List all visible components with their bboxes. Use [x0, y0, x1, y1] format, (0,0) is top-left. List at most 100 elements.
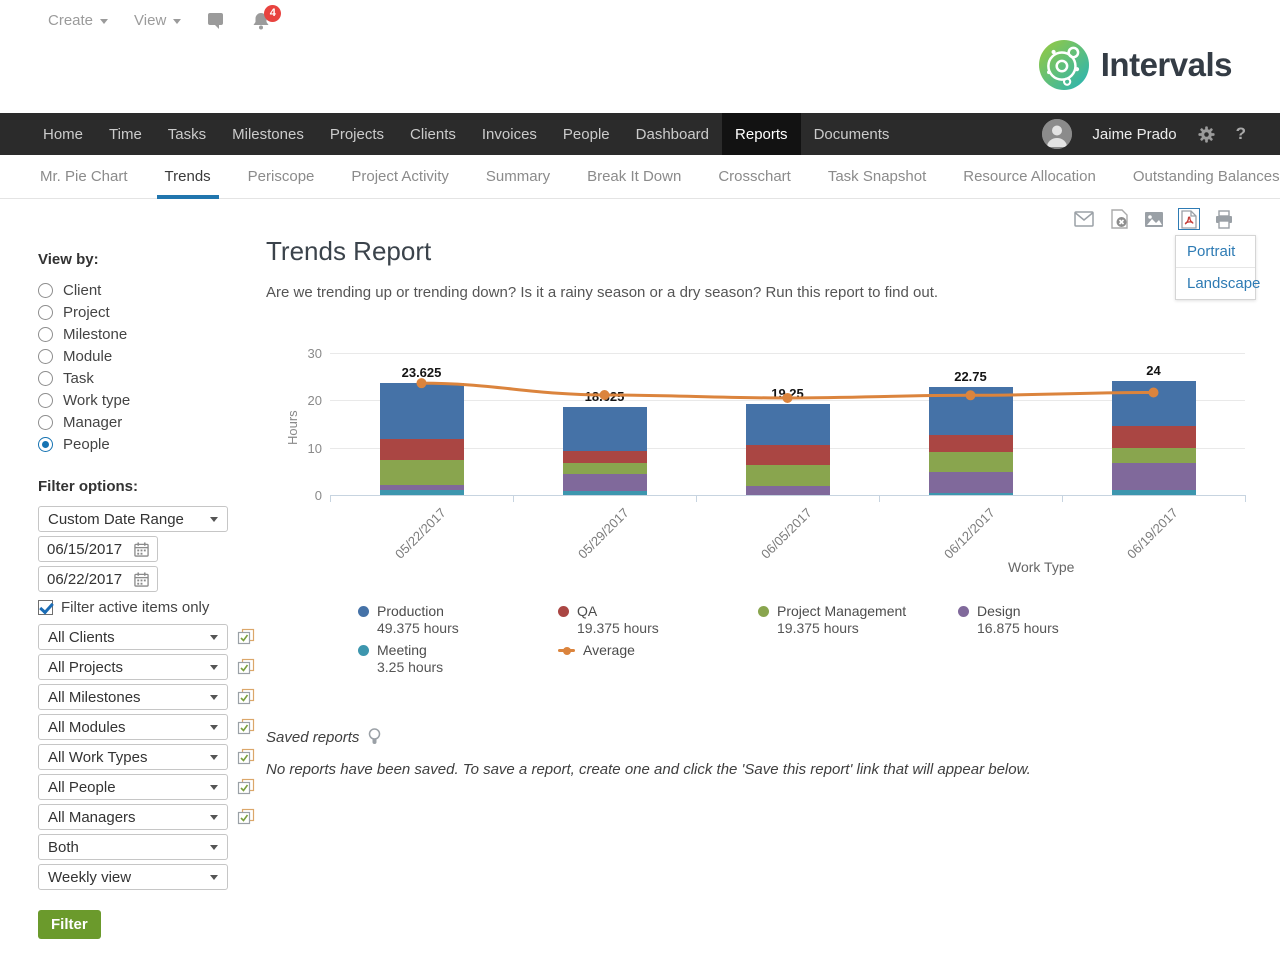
nav-item-documents[interactable]: Documents: [801, 113, 903, 155]
lightbulb-icon[interactable]: [368, 728, 381, 746]
comments-icon[interactable]: [199, 8, 233, 34]
sub-nav-item-periscope[interactable]: Periscope: [248, 155, 315, 199]
trends-chart: Hours Work Type 0 10 20 30 23.625 05/22/2017 1…: [266, 341, 1246, 591]
image-export-icon[interactable]: [1143, 208, 1165, 230]
sub-nav-item-mr-pie-chart[interactable]: Mr. Pie Chart: [40, 155, 128, 199]
view-by-option-people[interactable]: People: [38, 433, 266, 455]
legend-dot-icon: [358, 645, 369, 656]
user-name[interactable]: Jaime Prado: [1092, 126, 1176, 143]
bar-total-label: 18.625: [584, 388, 625, 404]
print-icon[interactable]: [1213, 208, 1235, 230]
calendar-icon[interactable]: [134, 541, 149, 557]
filter-button[interactable]: Filter: [38, 910, 101, 939]
nav-item-reports[interactable]: Reports: [722, 113, 801, 155]
sub-nav-item-project-activity[interactable]: Project Activity: [351, 155, 449, 199]
settings-gear-icon[interactable]: [1197, 125, 1216, 144]
multi-select-list-icon[interactable]: [237, 628, 255, 646]
start-date-input[interactable]: 06/15/2017: [38, 536, 158, 562]
multi-select-list-icon[interactable]: [237, 778, 255, 796]
all-managers-select[interactable]: All Managers: [38, 804, 228, 830]
view-by-option-manager[interactable]: Manager: [38, 411, 266, 433]
email-report-icon[interactable]: [1073, 208, 1095, 230]
sub-nav-item-resource-allocation[interactable]: Resource Allocation: [963, 155, 1096, 199]
multi-select-list-icon[interactable]: [237, 808, 255, 826]
notifications-bell-icon[interactable]: 4: [243, 4, 282, 35]
sub-nav-item-summary[interactable]: Summary: [486, 155, 550, 199]
nav-item-home[interactable]: Home: [30, 113, 96, 155]
bar-segment-production: [379, 383, 464, 439]
radio-label: Work type: [63, 391, 131, 409]
all-people-select[interactable]: All People: [38, 774, 228, 800]
select-value: All People: [48, 778, 116, 796]
y-tick-label: 0: [314, 488, 322, 503]
sub-nav-item-break-it-down[interactable]: Break It Down: [587, 155, 681, 199]
radio-button[interactable]: [38, 326, 53, 342]
radio-button[interactable]: [38, 348, 53, 364]
excel-export-icon[interactable]: [1108, 208, 1130, 230]
sub-nav-item-outstanding-balances[interactable]: Outstanding Balances: [1133, 155, 1280, 199]
create-menu[interactable]: Create: [40, 6, 116, 35]
view-by-option-client[interactable]: Client: [38, 279, 266, 301]
radio-button[interactable]: [38, 282, 53, 298]
nav-item-clients[interactable]: Clients: [397, 113, 469, 155]
radio-button[interactable]: [38, 304, 53, 320]
radio-button[interactable]: [38, 370, 53, 386]
weekly-view-select[interactable]: Weekly view: [38, 864, 228, 890]
chart-legend: Production 49.375 hours QA 19.375 hours Proj…: [358, 603, 1245, 676]
user-avatar[interactable]: [1042, 119, 1073, 149]
pdf-portrait-option[interactable]: Portrait: [1176, 236, 1255, 267]
all-milestones-select[interactable]: All Milestones: [38, 684, 228, 710]
pdf-export-icon[interactable]: [1178, 208, 1200, 230]
end-date-input[interactable]: 06/22/2017: [38, 566, 158, 592]
view-by-option-task[interactable]: Task: [38, 367, 266, 389]
help-icon[interactable]: ?: [1236, 124, 1246, 144]
view-by-option-work-type[interactable]: Work type: [38, 389, 266, 411]
sub-nav-item-crosschart[interactable]: Crosschart: [718, 155, 791, 199]
nav-item-time[interactable]: Time: [96, 113, 155, 155]
multi-select-list-icon[interactable]: [237, 658, 255, 676]
view-by-option-module[interactable]: Module: [38, 345, 266, 367]
sub-nav-item-trends[interactable]: Trends: [156, 155, 219, 199]
sub-nav-item-task-snapshot[interactable]: Task Snapshot: [828, 155, 926, 199]
x-axis-title: Work Type: [1008, 559, 1075, 575]
radio-button[interactable]: [38, 414, 53, 430]
multi-select-list-icon[interactable]: [237, 718, 255, 736]
legend-dot-icon: [758, 606, 769, 617]
all-projects-select[interactable]: All Projects: [38, 654, 228, 680]
bar-segment-qa: [379, 438, 464, 461]
multi-select-list-icon[interactable]: [237, 748, 255, 766]
legend-item-average: Average: [558, 642, 758, 676]
pdf-orientation-dropdown: Portrait Landscape: [1175, 235, 1260, 300]
x-axis-tick: [1062, 495, 1063, 502]
x-axis-tick: [696, 495, 697, 502]
filter-active-items-row[interactable]: Filter active items only: [38, 599, 266, 616]
nav-item-tasks[interactable]: Tasks: [155, 113, 219, 155]
main-nav: Home Time Tasks Milestones Projects Clients In…: [0, 113, 1280, 155]
both-select[interactable]: Both: [38, 834, 228, 860]
bar-segment-production: [928, 387, 1013, 435]
all-clients-select[interactable]: All Clients: [38, 624, 228, 650]
view-menu[interactable]: View: [126, 6, 189, 35]
multi-select-list-icon[interactable]: [237, 688, 255, 706]
x-axis-tick: [1245, 495, 1246, 502]
calendar-icon[interactable]: [134, 571, 149, 587]
nav-item-dashboard[interactable]: Dashboard: [623, 113, 722, 155]
nav-item-milestones[interactable]: Milestones: [219, 113, 317, 155]
nav-item-people[interactable]: People: [550, 113, 623, 155]
all-modules-select[interactable]: All Modules: [38, 714, 228, 740]
radio-button[interactable]: [38, 392, 53, 408]
view-by-option-project[interactable]: Project: [38, 301, 266, 323]
all-work-types-select[interactable]: All Work Types: [38, 744, 228, 770]
legend-value: 19.375 hours: [577, 620, 659, 636]
radio-button[interactable]: [38, 436, 53, 452]
date-range-select[interactable]: Custom Date Range: [38, 506, 228, 532]
nav-item-invoices[interactable]: Invoices: [469, 113, 550, 155]
bar-segment-meeting: [928, 493, 1013, 495]
view-by-option-milestone[interactable]: Milestone: [38, 323, 266, 345]
y-tick-label: 10: [307, 440, 322, 456]
nav-item-projects[interactable]: Projects: [317, 113, 397, 155]
pdf-landscape-option[interactable]: Landscape: [1176, 267, 1260, 299]
bar-segment-design: [928, 471, 1013, 494]
filter-active-checkbox[interactable]: [38, 600, 53, 615]
intervals-logo-icon: [1038, 40, 1089, 90]
